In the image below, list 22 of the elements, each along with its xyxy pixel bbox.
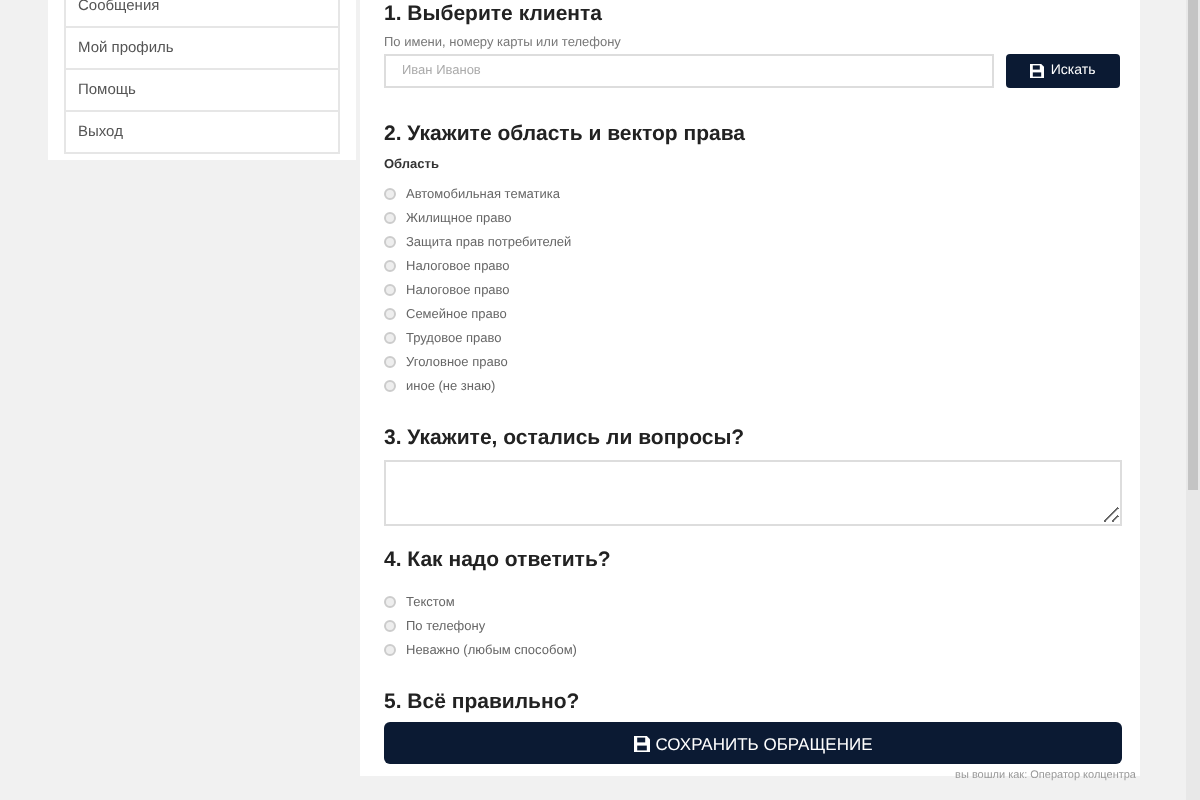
radio-button[interactable] bbox=[384, 596, 396, 608]
radio-button[interactable] bbox=[384, 332, 396, 344]
radio-button[interactable] bbox=[384, 188, 396, 200]
radio-button[interactable] bbox=[384, 260, 396, 272]
radio-button[interactable] bbox=[384, 620, 396, 632]
section-title: 1. Выберите клиента bbox=[384, 0, 604, 26]
radio-button[interactable] bbox=[384, 284, 396, 296]
scrollbar[interactable] bbox=[1186, 0, 1200, 800]
save-icon bbox=[633, 735, 650, 751]
radio-button[interactable] bbox=[384, 644, 396, 656]
radio-button[interactable] bbox=[384, 212, 396, 224]
radio-button[interactable] bbox=[384, 236, 396, 248]
save-button[interactable]: СОХРАНИТЬ ОБРАЩЕНИЕ bbox=[384, 722, 1122, 764]
section-title: 3. Укажите, остались ли вопросы? bbox=[384, 426, 747, 450]
section-title: 2. Укажите область и вектор права bbox=[384, 122, 747, 146]
radio-button[interactable] bbox=[384, 356, 396, 368]
radio-button[interactable] bbox=[384, 308, 396, 320]
radio-button[interactable] bbox=[384, 380, 396, 392]
section-title: 5. Всё правильно? bbox=[384, 690, 582, 714]
section-title: 4. Как надо ответить? bbox=[384, 548, 613, 572]
question-field[interactable] bbox=[384, 460, 1122, 526]
save-icon bbox=[1030, 64, 1045, 78]
